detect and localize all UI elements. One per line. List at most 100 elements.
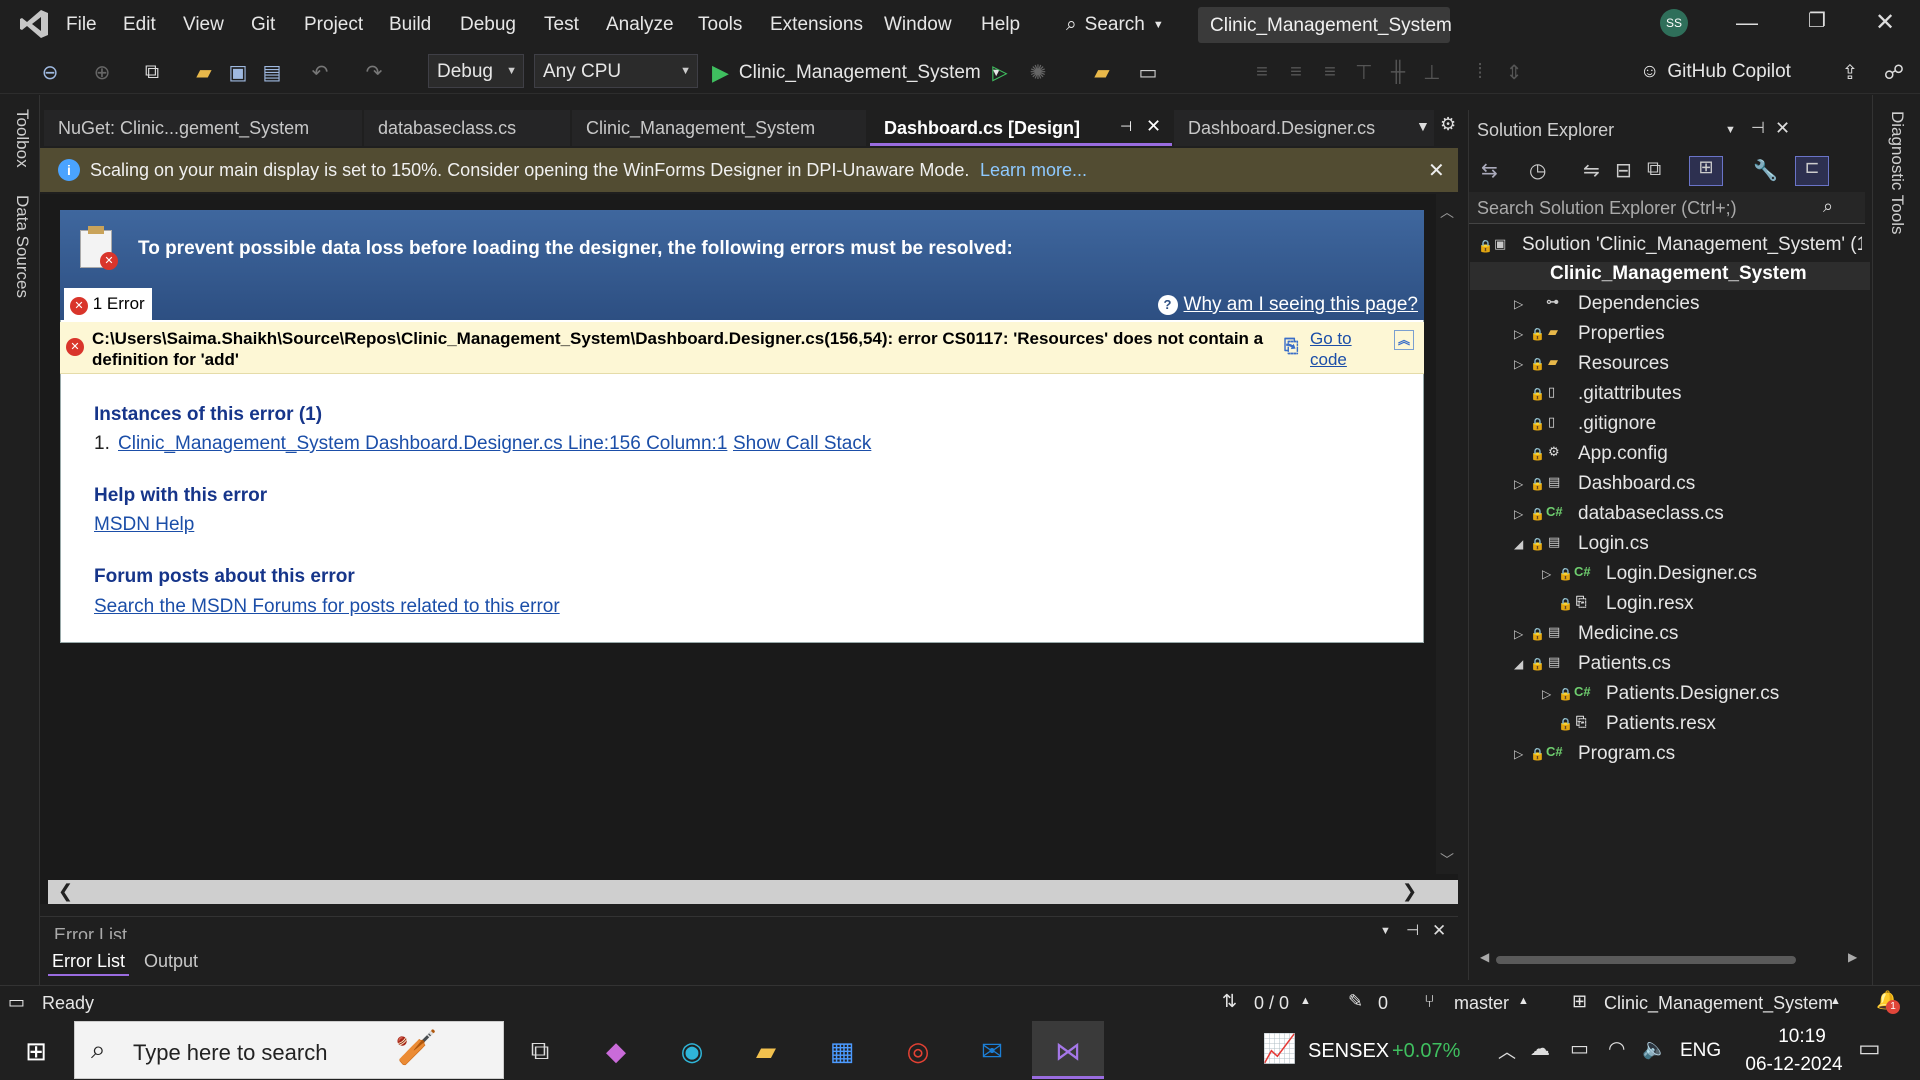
github-copilot-button[interactable]: ☺ GitHub Copilot [1640, 58, 1791, 86]
menu-test[interactable]: Test [544, 14, 579, 36]
stock-name[interactable]: SENSEX [1308, 1040, 1389, 1063]
tree-item-dependencies[interactable]: Dependencies [1578, 293, 1699, 315]
tab-databaseclass[interactable]: databaseclass.cs [364, 110, 570, 146]
collapsed-chevron-icon[interactable]: ▷ [1514, 627, 1523, 641]
tab-dashboard-design[interactable]: Dashboard.cs [Design] ⊣ ✕ [870, 110, 1172, 146]
save-all-icon[interactable]: ▤ [258, 58, 286, 86]
start-debugging-button[interactable]: ▶ Clinic_Management_System ▼ [712, 58, 1002, 88]
close-icon[interactable]: ✕ [1146, 116, 1161, 137]
filter-icon[interactable]: ⊞ [1689, 156, 1723, 186]
diagnostic-tools-tab[interactable]: Diagnostic Tools [1887, 111, 1907, 234]
line-counts[interactable]: 0 / 0 [1254, 993, 1289, 1014]
preview-icon[interactable]: ⊏ [1795, 156, 1829, 186]
align-left-icon[interactable]: ≡ [1248, 58, 1276, 86]
menu-help[interactable]: Help [981, 14, 1020, 36]
new-project-icon[interactable]: ⧉ [138, 58, 166, 86]
global-search-button[interactable]: ⌕ Search ▼ [1066, 10, 1164, 40]
collapse-icon[interactable]: ︽ [1394, 330, 1414, 350]
expanded-chevron-icon[interactable]: ◢ [1514, 537, 1523, 551]
platform-select[interactable]: Any CPU ▼ [534, 54, 698, 88]
sync-icon[interactable]: ⇋ [1583, 158, 1600, 183]
language-indicator[interactable]: ENG [1680, 1040, 1721, 1062]
tab-dashboard-designer-cs[interactable]: Dashboard.Designer.cs [1174, 110, 1434, 146]
instance-link[interactable]: Clinic_Management_System Dashboard.Desig… [118, 433, 727, 455]
edit-count[interactable]: 0 [1378, 993, 1388, 1014]
undo-icon[interactable]: ↶ [306, 58, 334, 86]
collapsed-chevron-icon[interactable]: ▷ [1514, 357, 1523, 371]
collapsed-chevron-icon[interactable]: ▷ [1514, 327, 1523, 341]
copilot-app-icon[interactable]: ◆ [586, 1028, 646, 1074]
collapsed-chevron-icon[interactable]: ▷ [1542, 567, 1551, 581]
toolbox-tab[interactable]: Toolbox [12, 109, 32, 168]
wifi-icon[interactable]: ◠ [1608, 1036, 1625, 1061]
menu-window[interactable]: Window [884, 14, 952, 36]
menu-debug[interactable]: Debug [460, 14, 516, 36]
pin-icon[interactable]: ⊣ [1751, 118, 1765, 138]
close-icon[interactable]: ✕ [1432, 921, 1446, 941]
chevron-up-icon[interactable]: ▲ [1830, 995, 1841, 1007]
align-center-icon[interactable]: ≡ [1282, 58, 1310, 86]
tree-item-login-resx[interactable]: Login.resx [1606, 593, 1694, 615]
error-count-tab[interactable]: ✕ 1 Error [64, 288, 152, 320]
share-icon[interactable]: ⇪ [1836, 58, 1864, 86]
pin-icon[interactable]: ⊣ [1406, 921, 1419, 939]
chrome-icon[interactable]: ◎ [888, 1028, 948, 1074]
windows-start-icon[interactable]: ⊞ [6, 1028, 66, 1074]
tree-item-app-config[interactable]: App.config [1578, 443, 1668, 465]
menu-project[interactable]: Project [304, 14, 363, 36]
git-branch[interactable]: master [1454, 993, 1509, 1014]
menu-extensions[interactable]: Extensions [770, 14, 863, 36]
tree-item-properties[interactable]: Properties [1578, 323, 1665, 345]
align-bottom-icon[interactable]: ⊥ [1418, 58, 1446, 86]
save-icon[interactable]: ▣ [224, 58, 252, 86]
tree-item-login[interactable]: Login.cs [1578, 533, 1649, 555]
chevron-down-icon[interactable]: ▼ [1725, 124, 1736, 136]
msdn-help-link[interactable]: MSDN Help [94, 514, 194, 536]
settings-gear-icon[interactable]: ⚙ [1440, 114, 1456, 135]
solution-node[interactable]: Solution 'Clinic_Management_System' (1 o… [1522, 234, 1862, 256]
tree-item-resources[interactable]: Resources [1578, 353, 1669, 375]
task-view-icon[interactable]: ⧉ [510, 1028, 570, 1074]
collapsed-chevron-icon[interactable]: ▷ [1514, 507, 1523, 521]
chevron-down-icon[interactable]: ▼ [1380, 925, 1391, 937]
chevron-right-icon[interactable]: ▶ [1848, 950, 1857, 964]
solution-search-input[interactable]: Search Solution Explorer (Ctrl+;) ⌕ [1469, 192, 1865, 224]
restore-button[interactable]: ❐ [1802, 8, 1832, 38]
tree-item-databaseclass[interactable]: databaseclass.cs [1578, 503, 1724, 525]
horizontal-scrollbar[interactable]: ❮ ❯ [48, 880, 1458, 904]
tree-item-patients-designer[interactable]: Patients.Designer.cs [1606, 683, 1779, 705]
show-hidden-icons-icon[interactable]: ︿ [1498, 1038, 1516, 1064]
microsoft-store-icon[interactable]: ▦ [812, 1028, 872, 1074]
chevron-up-icon[interactable]: ︿ [1440, 202, 1454, 222]
tree-item-gitignore[interactable]: .gitignore [1578, 413, 1656, 435]
solution-horizontal-scrollbar[interactable]: ◀ ▶ [1474, 948, 1866, 970]
menu-git[interactable]: Git [251, 14, 275, 36]
back-icon[interactable]: ⊖ [36, 58, 64, 86]
avatar[interactable]: SS [1660, 9, 1688, 37]
minimize-button[interactable]: — [1732, 10, 1762, 40]
pending-changes-icon[interactable]: ◷ [1529, 158, 1546, 183]
onedrive-icon[interactable]: ☁ [1530, 1036, 1550, 1061]
menu-build[interactable]: Build [389, 14, 431, 36]
volume-icon[interactable]: 🔈 [1642, 1036, 1667, 1061]
chevron-up-icon[interactable]: ▲ [1300, 995, 1311, 1007]
chevron-left-icon[interactable]: ❮ [58, 881, 73, 902]
edge-icon[interactable]: ◉ [662, 1028, 722, 1074]
menu-file[interactable]: File [66, 14, 97, 36]
tab-project-properties[interactable]: Clinic_Management_System [572, 110, 866, 146]
menu-analyze[interactable]: Analyze [606, 14, 674, 36]
browse-folder-icon[interactable]: ▰ [1088, 58, 1116, 86]
tree-item-medicine[interactable]: Medicine.cs [1578, 623, 1678, 645]
pin-icon[interactable]: ⊣ [1120, 118, 1132, 135]
configuration-select[interactable]: Debug ▼ [428, 54, 524, 88]
collapsed-chevron-icon[interactable]: ▷ [1514, 477, 1523, 491]
menu-view[interactable]: View [183, 14, 224, 36]
notification-center-icon[interactable]: ▭ [1858, 1034, 1881, 1063]
spacing-icon[interactable]: ⁞ [1466, 58, 1494, 86]
forum-search-link[interactable]: Search the MSDN Forums for posts related… [94, 596, 560, 618]
close-icon[interactable]: ✕ [1428, 158, 1445, 183]
visual-studio-icon[interactable]: ⋈ [1038, 1028, 1098, 1074]
switch-views-icon[interactable]: ⇆ [1481, 158, 1498, 183]
feedback-icon[interactable]: ☍ [1880, 58, 1908, 86]
hot-reload-icon[interactable]: ✺ [1024, 58, 1052, 86]
